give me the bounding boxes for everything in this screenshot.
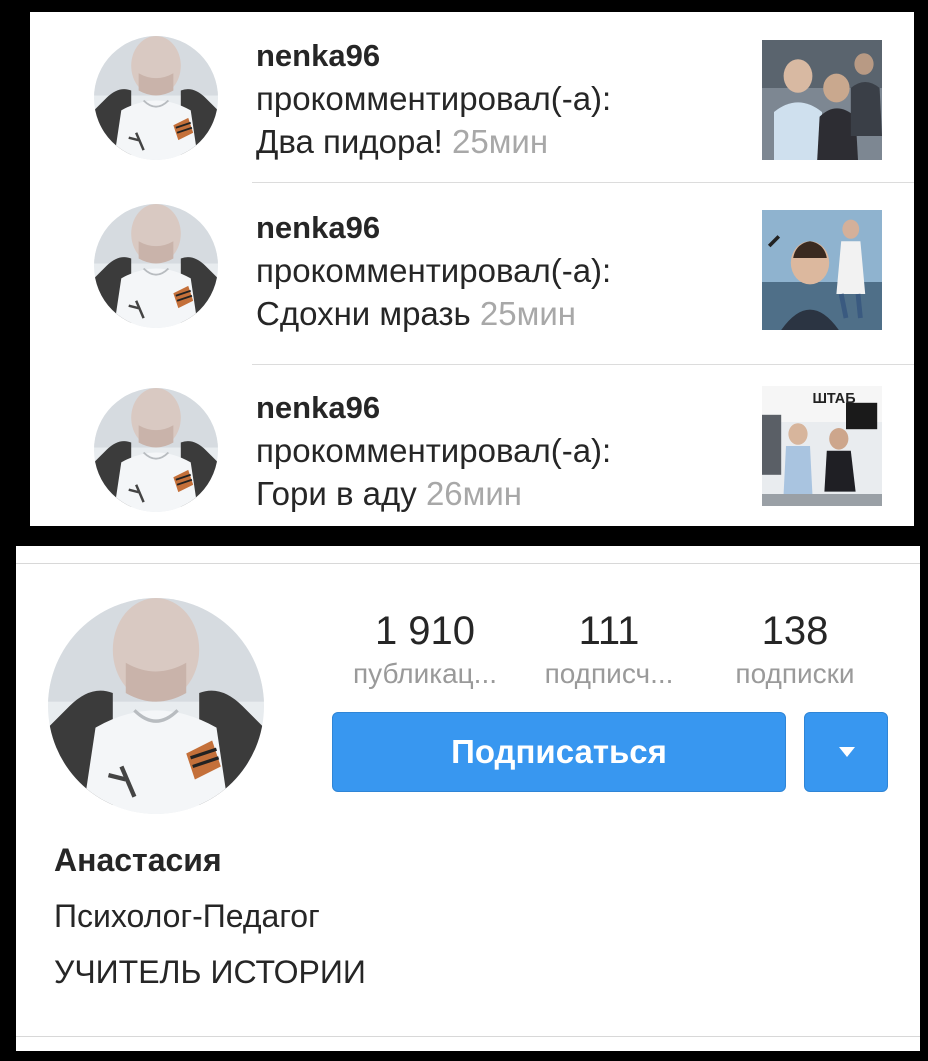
stat-followers[interactable]: 111 подписч... bbox=[524, 606, 694, 692]
notification-action: прокомментировал(-а): bbox=[256, 252, 612, 289]
notification-item[interactable]: nenka96 прокомментировал(-а): Сдохни мра… bbox=[30, 196, 914, 368]
stat-posts-label: публикац... bbox=[352, 658, 498, 689]
profile-avatar[interactable] bbox=[48, 598, 264, 814]
user-avatar-photo[interactable] bbox=[94, 388, 218, 512]
post-thumbnail-photo[interactable]: ШТАБ bbox=[762, 386, 882, 506]
notification-time: 25мин bbox=[452, 123, 549, 160]
user-avatar-photo[interactable] bbox=[94, 36, 218, 160]
notification-username[interactable]: nenka96 bbox=[256, 386, 611, 429]
profile-name: Анастасия bbox=[54, 842, 222, 878]
divider bbox=[252, 182, 914, 183]
caret-down-icon bbox=[839, 747, 855, 757]
notification-text: nenka96 прокомментировал(-а): Два пидора… bbox=[256, 34, 611, 163]
stat-following-count: 138 bbox=[761, 609, 829, 653]
divider bbox=[252, 364, 914, 365]
notification-time: 26мин bbox=[425, 475, 523, 512]
notification-item[interactable]: nenka96 прокомментировал(-а): Два пидора… bbox=[30, 24, 914, 196]
divider bbox=[16, 1036, 920, 1037]
stat-followers-label: подписч... bbox=[544, 658, 674, 689]
divider bbox=[16, 563, 920, 564]
notification-text: nenka96 прокомментировал(-а): Гори в аду… bbox=[256, 386, 611, 515]
notification-comment: Два пидора! bbox=[256, 123, 443, 160]
stat-following-label: подписки bbox=[735, 658, 855, 689]
notifications-panel: nenka96 прокомментировал(-а): Два пидора… bbox=[30, 12, 914, 526]
notification-time: 25мин bbox=[479, 295, 576, 332]
post-thumbnail-photo[interactable] bbox=[762, 210, 882, 330]
profile-panel: 1 910 публикац... 111 подписч... 138 под… bbox=[16, 546, 920, 1051]
notification-text: nenka96 прокомментировал(-а): Сдохни мра… bbox=[256, 206, 611, 335]
stat-followers-count: 111 bbox=[578, 609, 640, 653]
notification-action: прокомментировал(-а): bbox=[256, 80, 612, 117]
notification-action: прокомментировал(-а): bbox=[256, 432, 612, 469]
notification-comment: Сдохни мразь bbox=[256, 295, 471, 332]
stat-following[interactable]: 138 подписки bbox=[710, 606, 880, 692]
bio-line: УЧИТЕЛЬ ИСТОРИИ bbox=[54, 954, 366, 990]
user-avatar-photo[interactable] bbox=[94, 204, 218, 328]
stat-posts-count: 1 910 bbox=[374, 609, 476, 653]
notification-comment: Гори в аду bbox=[256, 475, 417, 512]
notification-username[interactable]: nenka96 bbox=[256, 206, 611, 249]
follow-button[interactable]: Подписаться bbox=[332, 712, 786, 792]
stat-posts[interactable]: 1 910 публикац... bbox=[340, 606, 510, 692]
bio-line: Психолог-Педагог bbox=[54, 898, 320, 934]
suggestions-dropdown-button[interactable] bbox=[804, 712, 888, 792]
notification-item[interactable]: nenka96 прокомментировал(-а): Гори в аду… bbox=[30, 376, 914, 548]
notification-username[interactable]: nenka96 bbox=[256, 34, 611, 77]
post-thumbnail-photo[interactable] bbox=[762, 40, 882, 160]
